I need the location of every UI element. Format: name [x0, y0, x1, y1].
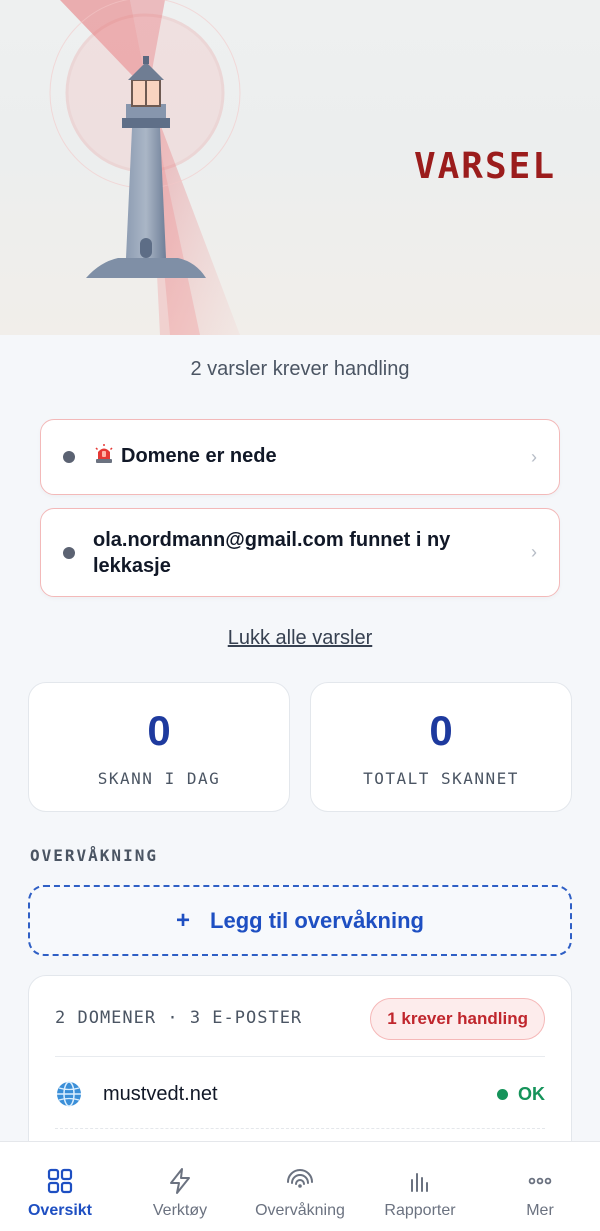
stat-value: 0: [429, 707, 453, 754]
action-required-badge[interactable]: 1 krever handling: [370, 998, 545, 1040]
divider: [55, 1056, 545, 1057]
close-all-alerts-link[interactable]: Lukk alle varsler: [0, 627, 600, 650]
domain-name: mustvedt.net: [103, 1082, 218, 1105]
unread-dot: [63, 451, 75, 463]
radar-icon: [287, 1169, 313, 1188]
stat-label: SKANN I DAG: [97, 769, 221, 788]
nav-item-overvakning[interactable]: Overvåkning: [240, 1142, 360, 1231]
add-monitoring-button[interactable]: + Legg til overvåkning: [28, 885, 572, 956]
nav-item-mer[interactable]: Mer: [480, 1142, 600, 1231]
stat-card-total-scanned: 0 TOTALT SKANNET: [310, 682, 572, 812]
grid-icon: [47, 1168, 73, 1194]
bottom-navigation: Oversikt Verktøy Overvåkning Rapporter M…: [0, 1141, 600, 1231]
stat-card-scans-today: 0 SKANN I DAG: [28, 682, 290, 812]
plus-icon: +: [176, 906, 191, 934]
status-dot: [497, 1088, 508, 1100]
chevron-right-icon: ›: [531, 446, 537, 467]
chevron-right-icon: ›: [531, 542, 537, 562]
alert-card-email-leak[interactable]: ola.nordmann@gmail.com funnet i ny lekka…: [40, 508, 560, 597]
add-monitoring-label: Legg til overvåkning: [210, 907, 424, 933]
alert-text: Domene er nede: [121, 444, 277, 467]
hero-banner: VARSEL: [0, 0, 600, 335]
nav-label: Oversikt: [27, 1202, 93, 1219]
alert-card-domain-down[interactable]: Domene er nede ›: [40, 419, 560, 495]
status-indicator: OK: [497, 1084, 545, 1105]
bar-chart-icon: [411, 1173, 428, 1192]
divider: [55, 1128, 545, 1129]
nav-label: Mer: [526, 1202, 554, 1219]
monitoring-summary: 2 DOMENER · 3 E-POSTER: [55, 1008, 303, 1028]
stat-value: 0: [147, 707, 171, 754]
hero-title: VARSEL: [413, 146, 556, 187]
globe-icon: [55, 1080, 83, 1108]
nav-label: Verktøy: [152, 1202, 208, 1219]
siren-icon: [93, 443, 115, 472]
alerts-summary: 2 varsler krever handling: [190, 358, 410, 380]
alert-text: ola.nordmann@gmail.com funnet i ny lekka…: [93, 528, 451, 577]
status-text: OK: [518, 1083, 545, 1104]
unread-dot: [63, 546, 75, 559]
monitored-domain-row[interactable]: mustvedt.net OK: [55, 1076, 545, 1112]
stat-label: TOTALT SKANNET: [363, 769, 519, 788]
nav-item-oversikt[interactable]: Oversikt: [0, 1142, 120, 1231]
nav-item-rapporter[interactable]: Rapporter: [360, 1142, 480, 1231]
nav-label: Rapporter: [384, 1202, 456, 1219]
nav-item-verktoy[interactable]: Verktøy: [120, 1142, 240, 1231]
nav-label: Overvåkning: [255, 1202, 345, 1219]
bolt-icon: [170, 1168, 190, 1194]
section-title-monitoring: OVERVÅKNING: [30, 846, 158, 865]
more-icon: [528, 1177, 552, 1185]
